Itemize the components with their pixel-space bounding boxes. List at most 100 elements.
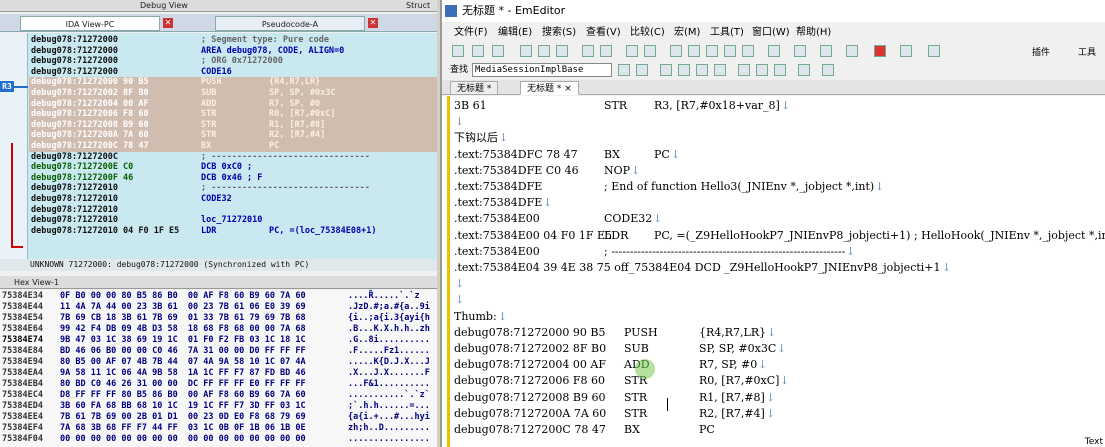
hex-row[interactable]: 75384EE4 7B 61 7B 69 00 2B 01 D1 00 23 0D… [2,412,435,423]
bookmark-icon[interactable] [768,45,780,57]
hex-row[interactable]: 75384ED4 3B 60 FA 68 BB 68 10 1C 19 1C FF… [2,401,435,412]
tab-pseudocode-a[interactable]: Pseudocode-A ✕ [215,16,378,31]
column-icon[interactable] [724,45,736,57]
menu-compare[interactable]: 比较(C) [630,24,665,42]
editor-line[interactable]: Thumb: ↓ [454,309,1104,325]
search-next-icon[interactable] [636,64,648,76]
hex-row[interactable]: 75384E84 BD 46 06 B0 00 00 C0 46 7A 31 00… [2,346,435,357]
editor-line[interactable]: debug078:71272006 F8 60 STR R0, [R7,#0xC] ↓ [454,373,1104,389]
word-icon[interactable] [714,64,726,76]
search-icon[interactable] [618,64,630,76]
disasm-row[interactable]: debug078:71272010 CODE32 [29,194,437,205]
options-icon[interactable] [820,45,832,57]
paste-icon[interactable] [556,45,568,57]
mark-icon[interactable] [774,64,786,76]
editor-line[interactable]: 3B 61 STR R3, [R7,#0x18+var_8] ↓ [454,98,1104,114]
disassembly-view[interactable]: R3 debug078:71272000 ; Segment type: Pure… [0,33,437,270]
editor-line[interactable]: debug078:7127200A 7A 60 STR R2, [R7,#4] ↓ [454,406,1104,422]
disasm-row[interactable]: debug078:71272006 F8 60 STR R0, [R7,#0xC] [29,109,437,120]
copy-icon[interactable] [538,45,550,57]
regex-icon[interactable] [678,64,690,76]
editor-line[interactable]: .text:75384DFC 78 47 BX PC ↓ [454,147,1104,163]
menu-search[interactable]: 搜索(S) [542,24,576,42]
redo-icon[interactable] [600,45,612,57]
editor-line[interactable]: .text:75384DFE C0 46 NOP ↓ [454,163,1104,179]
editor-line[interactable]: debug078:7127200C 78 47 BX PC [454,422,1104,438]
editor-line[interactable]: .text:75384E00 CODE32 ↓ [454,211,1104,227]
tab-ida-view-pc[interactable]: IDA View-PC ✕ [20,16,173,31]
view-icon[interactable] [688,45,700,57]
disasm-row[interactable]: debug078:71272008 B9 60 STR R1, [R7,#8] [29,119,437,131]
play-icon[interactable] [900,45,912,57]
tab-untitled-1[interactable]: 无标题 * [450,81,499,95]
split-icon[interactable] [706,45,718,57]
editor-line[interactable]: ↓ [454,276,1104,292]
hex-row[interactable]: 75384E54 7B 69 CB 18 3B 61 7B 69 01 33 7B… [2,313,435,324]
new-icon[interactable] [452,45,464,57]
pin-icon[interactable] [822,64,834,76]
editor-line[interactable]: debug078:71272008 B9 60 STR R1, [R7,#8] ↓ [454,390,1104,406]
disasm-row[interactable]: debug078:7127200A 7A 60 STR R2, [R7,#4] [29,130,437,141]
editor-line[interactable]: debug078:71272002 8F B0 SUB SP, SP, #0x3C ↓ [454,341,1104,357]
disasm-row[interactable]: debug078:71272000 90 B5 PUSH {R4,R7,LR} [29,77,437,88]
wrap-icon[interactable] [670,45,682,57]
editor-line[interactable]: debug078:71272000 90 B5 PUSH {R4,R7,LR} ↓ [454,325,1104,341]
find-next-icon[interactable] [644,45,656,57]
hex-row[interactable]: 75384F04 00 00 00 00 00 00 00 00 00 00 00… [2,434,435,445]
hex-row[interactable]: 75384E74 9B 47 03 1C 38 69 19 1C 01 F0 F2… [2,335,435,346]
hex-row[interactable]: 75384E44 11 4A 7A 44 00 23 3B 61 00 23 7B… [2,302,435,313]
close-icon[interactable]: ✕ [163,18,173,28]
editor-line[interactable]: debug078:71272004 00 AFADDR7, SP, #0↓ [454,357,1104,373]
editor-line[interactable]: .text:75384DFE ↓ [454,195,1104,211]
tab-struct[interactable]: Struct [406,0,430,12]
disasm-row[interactable]: debug078:7127200F 46 DCB 0x46 ; F [29,173,437,184]
menu-file[interactable]: 文件(F) [454,24,488,42]
menu-window[interactable]: 窗口(W) [752,24,790,42]
open-icon[interactable] [472,45,484,57]
disasm-row[interactable]: debug078:7127200C 78 47 BX PC [29,141,437,152]
record-icon[interactable] [874,45,886,57]
disasm-row[interactable]: debug078:71272004 00 AF ADD R7, SP, #0 [29,98,437,110]
highlight-icon[interactable] [660,64,672,76]
disasm-row[interactable]: debug078:71272010 ; ---------------------… [29,183,437,194]
close-find-icon[interactable] [798,64,810,76]
hex-row[interactable]: 75384EB4 80 BD C0 46 26 31 00 00 DC FF FF… [2,379,435,390]
disasm-row[interactable]: debug078:71272002 8F B0 SUB SP, SP, #0x3C [29,88,437,99]
undo-icon[interactable] [582,45,594,57]
hex-row[interactable]: 75384E94 80 B5 00 AF 07 4B 7B 44 07 4A 9A… [2,357,435,368]
plugins-button[interactable]: 插件 [1032,45,1050,58]
filter-icon[interactable] [756,64,768,76]
hex-row[interactable]: 75384EF4 7A 68 3B 68 FF F7 44 FF 03 1C 0B… [2,423,435,434]
hex-view[interactable]: 75384E34 0F B0 00 00 80 B5 86 B0 00 AF F8… [0,290,437,447]
disasm-row[interactable]: debug078:71272000 CODE16 [29,67,437,78]
find-input[interactable]: MediaSessionImplBase [472,63,612,77]
text-editor[interactable]: 3B 61 STR R3, [R7,#0x18+var_8] ↓ ↓ 下钩以后 ↓ .text… [442,96,1105,447]
menu-edit[interactable]: 编辑(E) [498,24,532,42]
disasm-row[interactable]: debug078:7127200E C0 DCB 0xC0 ; [29,162,437,173]
editor-line[interactable]: ↓ [454,114,1104,130]
hex-row[interactable]: 75384EA4 9A 58 11 1C 06 4A 9B 58 1A 1C FF… [2,368,435,379]
cut-icon[interactable] [520,45,532,57]
tab-debug-view[interactable]: Debug View [140,0,188,12]
close-icon[interactable]: × [564,84,572,94]
wrench-icon[interactable] [928,45,940,57]
tab-untitled-2[interactable]: 无标题 * × [520,81,579,95]
editor-line[interactable]: .text:75384E04 39 4E 38 75 off_75384E04 … [454,260,1104,276]
outline-icon[interactable] [742,45,754,57]
tools-button[interactable]: 工具 [1078,45,1096,58]
gear-icon[interactable] [846,45,858,57]
editor-line[interactable]: 下钩以后 ↓ [454,130,1104,146]
hex-row[interactable]: 75384EC4 D8 FF FF FF 80 B5 86 B0 00 AF F8… [2,390,435,401]
disasm-row[interactable]: debug078:71272000 ; Segment type: Pure co… [29,35,437,46]
menu-tools[interactable]: 工具(T) [710,24,744,42]
disasm-row[interactable]: debug078:7127200C ; ---------------------… [29,152,437,163]
macro-icon[interactable] [794,45,806,57]
hex-row[interactable]: 75384E34 0F B0 00 00 80 B5 86 B0 00 AF F8… [2,291,435,302]
save-icon[interactable] [492,45,504,57]
editor-line[interactable]: .text:75384DFE ; End of function Hello3(_… [454,179,1104,195]
editor-line[interactable]: .text:75384E00 ; ------------------------… [454,244,1104,260]
hex-row[interactable]: 75384E64 99 42 F4 DB 09 4B D3 58 18 68 F8… [2,324,435,335]
menu-view[interactable]: 查看(V) [586,24,621,42]
menu-help[interactable]: 帮助(H) [796,24,831,42]
disasm-row[interactable]: debug078:71272000 AREA debug078, CODE, AL… [29,46,437,57]
